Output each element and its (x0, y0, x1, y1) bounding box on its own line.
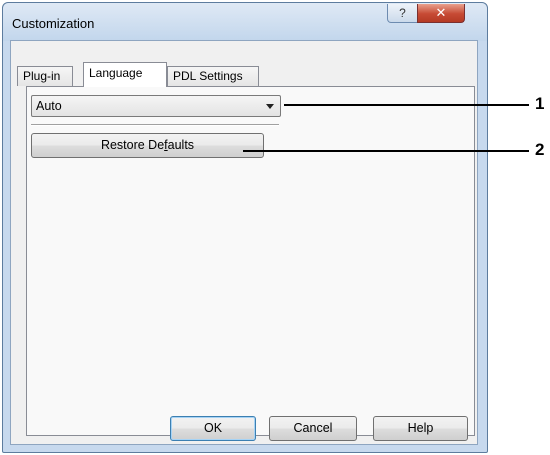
close-icon: ✕ (435, 5, 447, 20)
tab-label: PDL Settings (173, 69, 243, 83)
language-select[interactable]: Auto (31, 95, 281, 117)
tab-label: Plug-in (23, 69, 61, 83)
chevron-down-icon[interactable] (266, 104, 274, 109)
tab-plug-in[interactable]: Plug-in (17, 66, 73, 86)
restore-label-b: aults (167, 138, 195, 152)
tab-label: Language (89, 66, 143, 80)
help-title-button[interactable]: ? (387, 4, 418, 23)
language-tab-panel: Auto Restore Defaults (26, 86, 475, 436)
close-button[interactable]: ✕ (417, 4, 465, 23)
callout-number-1: 1 (535, 94, 545, 113)
cancel-button[interactable]: Cancel (269, 416, 357, 441)
ok-button[interactable]: OK (170, 416, 256, 441)
language-select-value: Auto (36, 99, 62, 113)
cancel-label: Cancel (293, 421, 333, 435)
help-label: Help (407, 421, 434, 435)
tab-pdl-settings[interactable]: PDL Settings (167, 66, 259, 86)
callout-line-1 (284, 104, 529, 106)
question-icon: ? (399, 6, 406, 20)
ok-label: OK (203, 421, 223, 435)
callout-number-2: 2 (535, 140, 545, 159)
window-title: Customization (12, 16, 95, 31)
separator (31, 124, 279, 126)
restore-label-a: Restore De (100, 138, 165, 152)
tab-language[interactable]: Language (83, 62, 167, 87)
help-button[interactable]: Help (373, 416, 468, 441)
title-bar: Customization ? ✕ (3, 3, 487, 41)
callout-line-2 (243, 150, 529, 152)
restore-defaults-button[interactable]: Restore Defaults (31, 133, 264, 158)
